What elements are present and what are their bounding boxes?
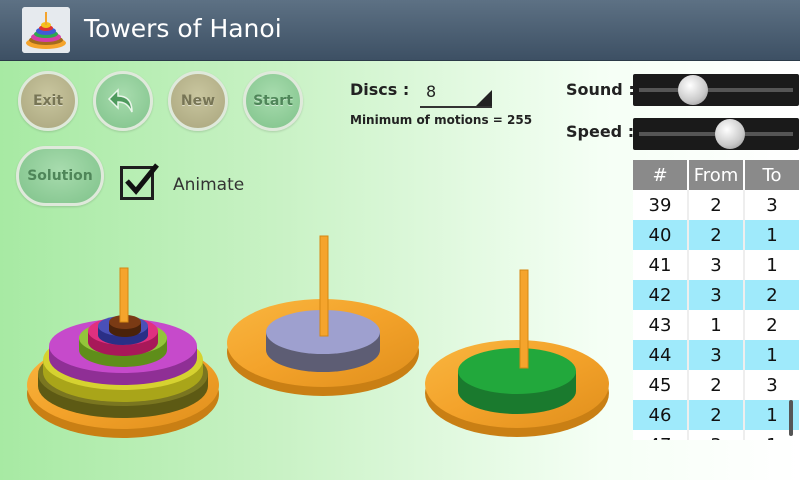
move-to-cell: 1 xyxy=(744,220,799,250)
table-row[interactable]: 41 3 1 xyxy=(633,250,799,280)
col-header-to: To xyxy=(744,160,799,190)
move-from-cell: 2 xyxy=(688,400,745,430)
sound-slider-thumb[interactable] xyxy=(678,75,708,105)
move-number-cell: 40 xyxy=(633,220,689,250)
disc-green[interactable] xyxy=(458,348,576,414)
table-row[interactable]: 46 2 1 xyxy=(633,400,799,430)
col-header-number: # xyxy=(633,160,689,190)
move-number-cell: 41 xyxy=(633,250,689,280)
move-to-cell: 3 xyxy=(744,370,799,400)
speed-slider[interactable] xyxy=(633,118,799,150)
table-row[interactable]: 4731 xyxy=(633,430,799,440)
table-row[interactable]: 39 2 3 xyxy=(633,190,799,220)
move-from-cell: 3 xyxy=(688,340,745,370)
move-number-cell: 45 xyxy=(633,370,689,400)
move-to-cell: 2 xyxy=(744,280,799,310)
move-number-cell: 42 xyxy=(633,280,689,310)
move-to-cell: 1 xyxy=(744,250,799,280)
peg-2 xyxy=(319,235,329,337)
move-from-cell: 1 xyxy=(688,310,745,340)
table-header-row: # From To xyxy=(633,160,799,190)
table-row[interactable]: 40 2 1 xyxy=(633,220,799,250)
peg-3 xyxy=(519,269,529,369)
move-from-cell: 2 xyxy=(688,370,745,400)
table-row[interactable]: 43 1 2 xyxy=(633,310,799,340)
move-from-cell: 3 xyxy=(688,280,745,310)
move-from-cell: 3 xyxy=(688,430,745,440)
table-row[interactable]: 45 2 3 xyxy=(633,370,799,400)
col-header-from: From xyxy=(688,160,745,190)
moves-table[interactable]: # From To 39 2 3 40 2 1 41 3 1 42 3 2 43 1 2 44 3 1 45 2 3 46… xyxy=(633,160,799,440)
move-number-cell: 39 xyxy=(633,190,689,220)
move-number-cell: 43 xyxy=(633,310,689,340)
move-to-cell: 2 xyxy=(744,310,799,340)
move-number-cell: 46 xyxy=(633,400,689,430)
move-number-cell: 47 xyxy=(633,430,689,440)
table-scrollbar[interactable] xyxy=(789,400,793,436)
hanoi-board xyxy=(27,235,609,438)
table-row[interactable]: 44 3 1 xyxy=(633,340,799,370)
move-from-cell: 2 xyxy=(688,190,745,220)
move-number-cell: 44 xyxy=(633,340,689,370)
move-to-cell: 3 xyxy=(744,190,799,220)
table-row[interactable]: 42 3 2 xyxy=(633,280,799,310)
peg-1 xyxy=(119,267,129,323)
move-to-cell: 1 xyxy=(744,340,799,370)
move-from-cell: 2 xyxy=(688,220,745,250)
sound-slider[interactable] xyxy=(633,74,799,106)
speed-slider-thumb[interactable] xyxy=(715,119,745,149)
sound-slider-track xyxy=(639,88,793,92)
move-from-cell: 3 xyxy=(688,250,745,280)
